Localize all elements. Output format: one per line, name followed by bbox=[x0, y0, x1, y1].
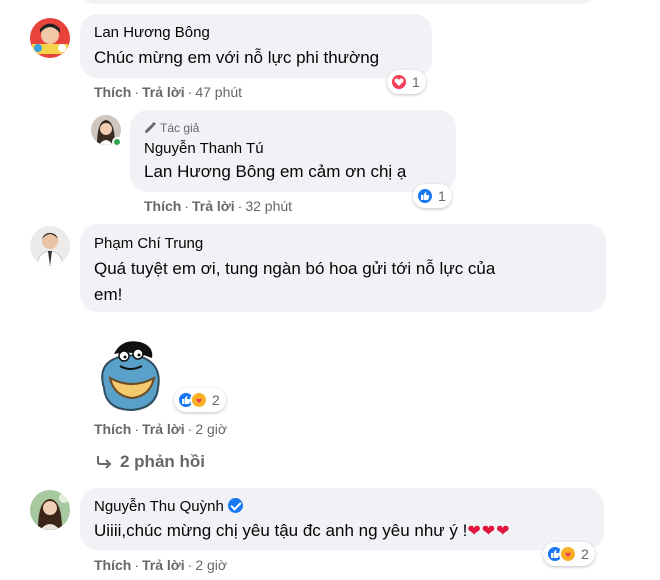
care-icon bbox=[559, 545, 577, 563]
comment-author-name[interactable]: Lan Hương Bông bbox=[94, 24, 210, 41]
reply-button[interactable]: Trả lời bbox=[142, 84, 185, 100]
like-button[interactable]: Thích bbox=[94, 557, 131, 573]
comment-actions: Thích · Trả lời · 2 giờ bbox=[94, 557, 228, 573]
reaction-summary[interactable]: 1 bbox=[413, 184, 452, 208]
comment-text: Quá tuyệt em ơi, tung ngàn bó hoa gửi tớ… bbox=[94, 259, 496, 278]
comment-time[interactable]: 2 giờ bbox=[195, 557, 227, 573]
like-button[interactable]: Thích bbox=[144, 198, 181, 214]
like-button[interactable]: Thích bbox=[94, 84, 131, 100]
avatar[interactable] bbox=[30, 226, 70, 266]
avatar[interactable] bbox=[30, 490, 70, 530]
comment-author-name[interactable]: Nguyễn Thu Quỳnh bbox=[94, 498, 243, 515]
like-button[interactable]: Thích bbox=[94, 421, 131, 437]
comment-text: Lan Hương Bông em cảm ơn chị ạ bbox=[144, 162, 407, 181]
verified-badge-icon bbox=[227, 498, 243, 513]
avatar[interactable] bbox=[30, 18, 70, 58]
reaction-summary[interactable]: 2 bbox=[543, 542, 595, 566]
comment-actions: Thích · Trả lời · 2 giờ bbox=[94, 421, 228, 437]
comment-actions: Thích · Trả lời · 47 phút bbox=[94, 84, 243, 100]
reply-button[interactable]: Trả lời bbox=[142, 421, 185, 437]
reaction-summary[interactable]: 2 bbox=[174, 388, 226, 412]
care-icon bbox=[190, 391, 208, 409]
reply-button[interactable]: Trả lời bbox=[192, 198, 235, 214]
reaction-count: 1 bbox=[438, 188, 446, 204]
view-replies-button[interactable]: 2 phản hồi bbox=[96, 452, 205, 472]
comment-actions: Thích · Trả lời · 32 phút bbox=[144, 198, 293, 214]
mention-link[interactable]: Lan Hương Bông bbox=[144, 162, 275, 181]
reaction-count: 1 bbox=[412, 74, 420, 90]
comment-text: Uiiii,chúc mừng chị yêu tậu đc anh ng yê… bbox=[94, 521, 511, 540]
reply-button[interactable]: Trả lời bbox=[142, 557, 185, 573]
reaction-count: 2 bbox=[581, 546, 589, 562]
comment-author-name[interactable]: Nguyễn Thanh Tú bbox=[144, 140, 264, 157]
reaction-summary[interactable]: 1 bbox=[387, 70, 426, 94]
comment-time[interactable]: 32 phút bbox=[245, 198, 292, 214]
comment-author-name[interactable]: Phạm Chí Trung bbox=[94, 235, 203, 252]
comment-time[interactable]: 2 giờ bbox=[195, 421, 227, 437]
online-status-icon bbox=[112, 137, 122, 147]
heart-icon bbox=[390, 73, 408, 91]
pencil-icon bbox=[145, 122, 156, 133]
reply-arrow-icon bbox=[97, 456, 112, 469]
heart-emoji: ❤❤❤ bbox=[467, 523, 511, 540]
comment-text: Chúc mừng em với nỗ lực phi thường bbox=[94, 48, 380, 67]
comment-text: em! bbox=[94, 285, 123, 304]
hug-sticker bbox=[92, 338, 168, 412]
comment-time[interactable]: 47 phút bbox=[195, 84, 242, 100]
author-badge: Tác giả bbox=[144, 121, 199, 135]
reaction-count: 2 bbox=[212, 392, 220, 408]
like-icon bbox=[416, 187, 434, 205]
previous-comment-edge bbox=[0, 0, 660, 4]
